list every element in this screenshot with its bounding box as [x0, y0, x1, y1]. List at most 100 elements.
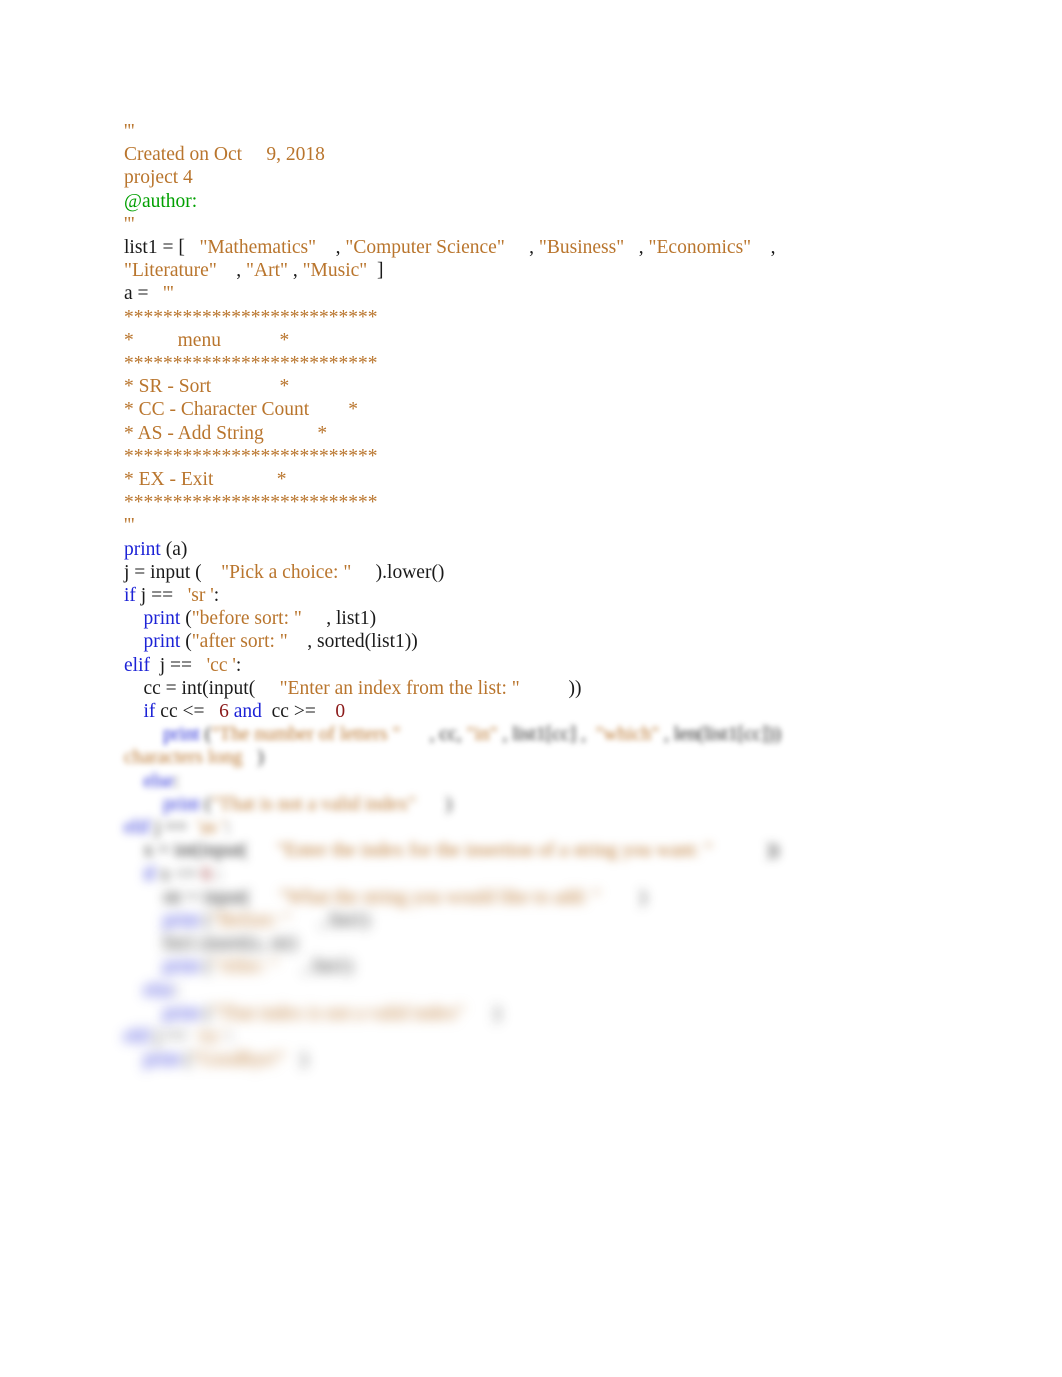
- code-line: * menu *: [124, 329, 1024, 352]
- code-line: list1 = [ "Mathematics" , "Computer Scie…: [124, 236, 1024, 259]
- code-line: **************************: [124, 306, 1024, 329]
- code-line: * CC - Character Count *: [124, 398, 1024, 421]
- code-line: characters long ): [124, 746, 1024, 769]
- code-token-bi: print: [163, 1002, 200, 1024]
- code-token-s: "Enter an index from the list: ": [255, 677, 520, 699]
- code-token-s: "Goodbye!": [191, 1049, 286, 1071]
- code-token-bi: print: [143, 631, 181, 653]
- code-token-bi: print: [124, 538, 161, 560]
- code-line: print ("After: " , list1): [124, 955, 1024, 978]
- code-token-s: Created on Oct 9, 2018: [124, 144, 325, 166]
- code-token-pl: cc <=: [155, 701, 210, 723]
- code-token-kw: else: [143, 770, 174, 792]
- code-token-bi: print: [163, 909, 200, 931]
- code-token-s: 'sr ': [177, 585, 214, 607]
- code-token-pl: ,: [316, 237, 346, 259]
- code-line: j = input ( "Pick a choice: " ).lower(): [124, 561, 1024, 584]
- code-token-pl: str = input(: [124, 886, 250, 908]
- code-token-pl: ,: [287, 260, 303, 282]
- code-token-s: * AS - Add String *: [124, 422, 328, 444]
- code-token-pl: list1 = [: [124, 237, 185, 259]
- code-token-bi: print: [143, 608, 181, 630]
- code-token-num: 0: [320, 701, 346, 723]
- code-token-num: 6: [209, 701, 229, 723]
- code-token-s: "after sort: ": [191, 631, 288, 653]
- code-token-s: "before sort: ": [191, 608, 302, 630]
- code-token-kw: else: [143, 979, 174, 1001]
- code-token-pl: list1.insert(x, str): [124, 933, 297, 955]
- code-token-s: * CC - Character Count *: [124, 399, 358, 421]
- code-token-pl: ): [464, 1002, 501, 1024]
- code-token-s: ''': [124, 121, 135, 142]
- code-line: elif j == 'as ':: [124, 816, 1024, 839]
- code-token-s: **************************: [124, 445, 378, 467]
- code-token-pl: j ==: [149, 654, 197, 676]
- code-token-pl: ): [600, 886, 646, 908]
- code-token-pl: (: [180, 608, 192, 630]
- code-token-s: characters long: [124, 747, 243, 769]
- code-token-pl: , list1): [278, 956, 353, 978]
- code-token-kw: elif: [124, 654, 150, 676]
- code-token-pl: (: [199, 724, 212, 746]
- code-line: print ("Before: " , list1): [124, 909, 1024, 932]
- code-token-s: **************************: [124, 492, 378, 514]
- code-token-pl: :: [227, 1025, 233, 1047]
- code-line: print ("after sort: " , sorted(list1)): [124, 630, 1024, 653]
- code-line: "Literature" , "Art" , "Music" ]: [124, 259, 1024, 282]
- code-line: list1.insert(x, str): [124, 932, 1024, 955]
- code-line: if j == 'sr ':: [124, 584, 1024, 607]
- code-token-pl: (: [199, 793, 212, 815]
- code-token-pl: ): [416, 793, 452, 815]
- code-token-pl: ]: [367, 260, 384, 282]
- code-line: x = int(input( "Enter the index for the …: [124, 839, 1024, 862]
- code-line: Created on Oct 9, 2018: [124, 143, 1024, 166]
- code-token-pl: ,: [624, 237, 649, 259]
- code-token-kw: elif: [124, 1025, 150, 1047]
- code-token-s: 'ex ': [192, 1025, 228, 1047]
- code-token-pl: ,: [504, 237, 539, 259]
- code-line: str = input( "What the string you would …: [124, 886, 1024, 909]
- code-line: **************************: [124, 491, 1024, 514]
- code-token-s: * SR - Sort *: [124, 376, 290, 398]
- code-line: @author:: [124, 190, 1024, 213]
- code-token-pl: (: [199, 909, 212, 931]
- code-token-pl: (: [199, 1002, 212, 1024]
- code-token-pl: x = int(input(: [124, 840, 248, 862]
- code-token-kw: if: [143, 701, 156, 723]
- code-token-pl: :: [173, 979, 180, 1001]
- code-token-pl: (: [180, 631, 192, 653]
- code-line: if x <= 6 :: [124, 863, 1024, 886]
- code-token-s: project 4: [124, 167, 193, 189]
- code-token-s: "Enter the index for the insertion of a …: [247, 840, 713, 862]
- code-token-s: ''': [124, 213, 135, 235]
- code-token-s: ''': [153, 283, 174, 305]
- code-line: * EX - Exit *: [124, 468, 1024, 491]
- code-token-bi: print: [143, 1049, 181, 1071]
- code-token-pl: ,: [216, 260, 247, 282]
- code-token-s: **************************: [124, 353, 378, 375]
- code-token-s: "Computer Science": [345, 237, 505, 259]
- code-token-pl: ,: [751, 237, 776, 259]
- code-token-s: * EX - Exit *: [124, 469, 287, 491]
- code-token-s: "Music": [302, 260, 368, 282]
- code-line: print ("That is not a valid index" ): [124, 793, 1024, 816]
- code-token-s: ''': [124, 515, 135, 537]
- code-token-s: "That is not a valid index": [211, 793, 417, 815]
- code-token-s: "which": [585, 724, 660, 746]
- code-line: ''': [124, 213, 1024, 236]
- code-token-pl: :: [225, 817, 231, 839]
- code-line: ''': [124, 514, 1024, 537]
- code-token-pl: cc = int(input(: [124, 677, 256, 699]
- code-token-pl: j ==: [149, 817, 193, 839]
- code-token-num: 6: [201, 863, 212, 885]
- code-token-pl: , len(list1[cc])): [659, 724, 781, 746]
- code-token-pl: (: [180, 1049, 192, 1071]
- code-token-pl: (: [199, 956, 212, 978]
- code-line: print ("That index is not a valid index"…: [124, 1002, 1024, 1025]
- code-line: print (a): [124, 538, 1024, 561]
